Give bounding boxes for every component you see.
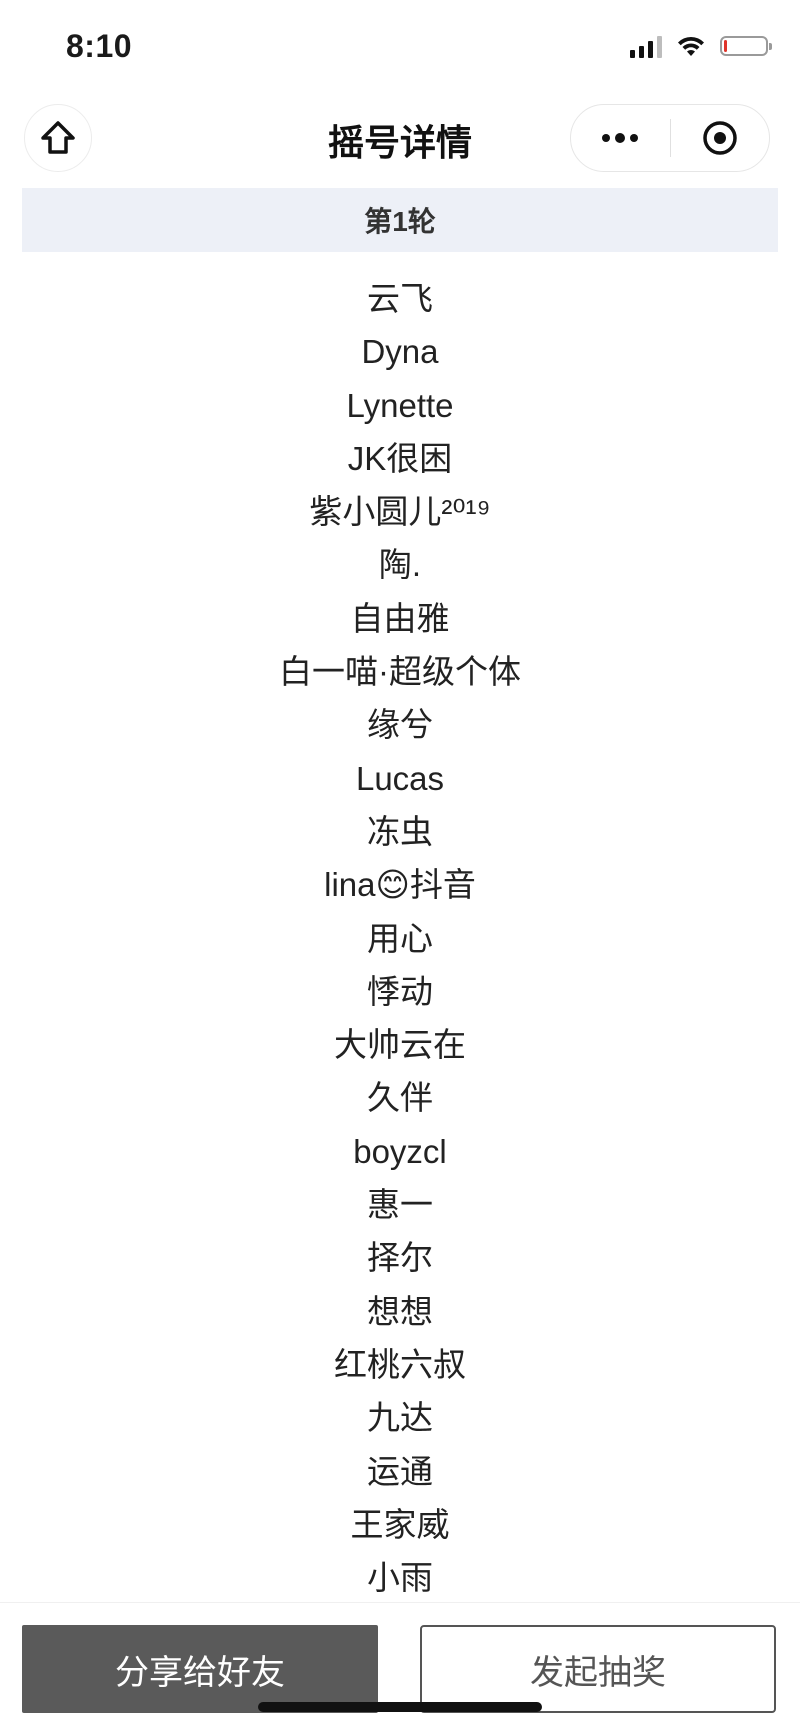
list-item: 云飞 — [367, 280, 433, 317]
home-indicator[interactable] — [258, 1702, 542, 1712]
nav-bar: 摇号详情 — [0, 96, 800, 184]
status-bar: 8:10 — [0, 0, 800, 96]
list-item: 择尔 — [367, 1239, 433, 1277]
list-item: boyzcl — [353, 1132, 447, 1170]
mini-program-capsule — [570, 104, 770, 172]
cellular-signal-icon — [630, 34, 662, 58]
list-item: 九达 — [367, 1399, 433, 1437]
list-item: 冻虫 — [367, 812, 433, 850]
list-item: 惠一 — [367, 1186, 433, 1224]
battery-level — [724, 40, 727, 52]
list-item: 缘兮 — [367, 706, 433, 744]
list-item: 用心 — [367, 919, 433, 957]
list-item: 大帅云在 — [334, 1026, 466, 1064]
list-item: Dyna — [361, 333, 439, 371]
wifi-icon — [678, 36, 704, 56]
list-item: Lynette — [346, 386, 454, 424]
list-item: 久伴 — [367, 1079, 433, 1117]
list-item: 运通 — [367, 1452, 433, 1490]
target-close-icon — [703, 121, 737, 155]
list-item: lina😊抖音 — [324, 866, 476, 904]
list-item: 自由雅 — [350, 599, 450, 637]
round-header: 第1轮 — [22, 188, 778, 252]
more-button[interactable] — [571, 105, 670, 171]
list-item: JK很困 — [347, 439, 453, 477]
close-miniprogram-button[interactable] — [671, 105, 770, 171]
list-item: 小雨 — [367, 1559, 433, 1597]
list-item: 悸动 — [367, 972, 433, 1010]
bottom-action-bar: 分享给好友 发起抽奖 — [0, 1602, 800, 1733]
status-time: 8:10 — [66, 28, 133, 64]
name-list: 云飞 Dyna Lynette JK很困 紫小圆儿²⁰¹⁹ 陶. 自由雅 白一喵… — [0, 272, 800, 1604]
list-item: 陶. — [378, 546, 422, 584]
status-icons — [630, 34, 772, 58]
list-item: 王家威 — [350, 1505, 450, 1543]
list-item: 紫小圆儿²⁰¹⁹ — [309, 493, 491, 531]
list-item: Lucas — [355, 759, 445, 797]
share-to-friends-button[interactable]: 分享给好友 — [22, 1625, 378, 1713]
more-dots-icon — [602, 133, 639, 143]
battery-icon — [720, 36, 772, 56]
list-item: 白一喵·超级个体 — [279, 653, 521, 691]
start-lottery-button[interactable]: 发起抽奖 — [420, 1625, 776, 1713]
list-item: 想想 — [367, 1292, 433, 1330]
list-item: 红桃六叔 — [334, 1345, 466, 1383]
